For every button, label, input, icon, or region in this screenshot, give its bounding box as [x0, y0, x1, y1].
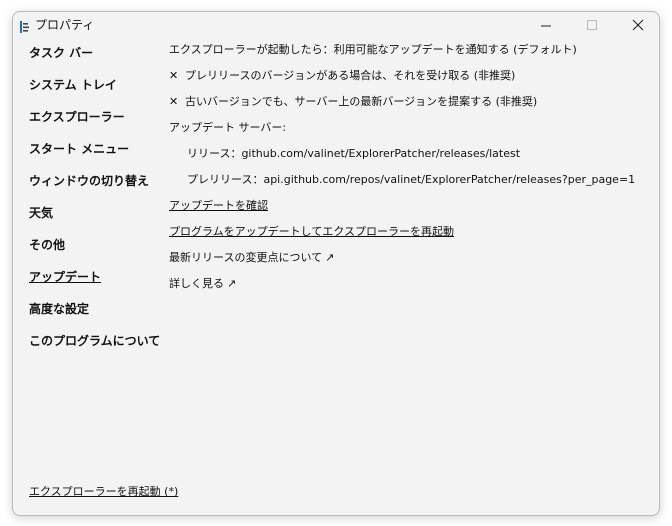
unchecked-x-icon: ✕ [169, 95, 179, 108]
restart-explorer-link[interactable]: エクスプローラーを再起動 (*) [29, 485, 178, 499]
close-button[interactable] [615, 12, 659, 40]
suggest-latest-option-label: 古いバージョンでも、サーバー上の最新バージョンを提案する (非推奨) [185, 95, 538, 108]
learn-more-link-label: 詳しく見る [169, 277, 224, 290]
window-title: プロパティ [35, 18, 95, 32]
title-bar[interactable]: プロパティ [13, 12, 659, 40]
update-server-heading: アップデート サーバー: [169, 121, 287, 134]
close-icon [632, 19, 644, 31]
sidebar-item-window-switcher[interactable]: ウィンドウの切り替え [29, 174, 149, 188]
external-link-icon: ↗ [227, 277, 237, 290]
sidebar-item-taskbar[interactable]: タスク バー [29, 46, 93, 60]
minimize-button[interactable] [523, 12, 569, 40]
check-updates-link[interactable]: アップデートを確認 [169, 199, 268, 213]
changelog-link[interactable]: 最新リリースの変更点について ↗ [169, 251, 334, 265]
sidebar-item-update[interactable]: アップデート [29, 270, 101, 284]
notify-option[interactable]: エクスプローラーが起動したら：利用可能なアップデートを通知する (デフォルト) [169, 43, 577, 57]
sidebar-item-system-tray[interactable]: システム トレイ [29, 78, 117, 92]
properties-window: プロパティ タスク バー システム トレイ エクスプローラー スタート メニュー… [12, 11, 660, 516]
maximize-icon [587, 20, 597, 30]
sidebar-item-weather[interactable]: 天気 [29, 206, 53, 220]
sidebar-item-other[interactable]: その他 [29, 238, 65, 252]
release-server-url[interactable]: リリース：github.com/valinet/ExplorerPatcher/… [187, 147, 520, 161]
sidebar-item-start-menu[interactable]: スタート メニュー [29, 142, 129, 156]
prerelease-server-url[interactable]: プレリリース：api.github.com/repos/valinet/Expl… [187, 173, 635, 187]
sidebar-item-about[interactable]: このプログラムについて [29, 334, 160, 348]
unchecked-x-icon: ✕ [169, 69, 179, 82]
prerelease-option[interactable]: ✕ プレリリースのバージョンがある場合は、それを受け取る (非推奨) [169, 69, 515, 83]
suggest-latest-option[interactable]: ✕ 古いバージョンでも、サーバー上の最新バージョンを提案する (非推奨) [169, 95, 537, 109]
sidebar-item-advanced[interactable]: 高度な設定 [29, 302, 89, 316]
learn-more-link[interactable]: 詳しく見る ↗ [169, 277, 236, 291]
prerelease-option-label: プレリリースのバージョンがある場合は、それを受け取る (非推奨) [185, 69, 516, 82]
sidebar-item-explorer[interactable]: エクスプローラー [29, 110, 125, 124]
changelog-link-label: 最新リリースの変更点について [169, 251, 323, 264]
external-link-icon: ↗ [325, 251, 335, 264]
minimize-icon [541, 25, 551, 27]
update-and-restart-link[interactable]: プログラムをアップデートしてエクスプローラーを再起動 [169, 225, 454, 239]
maximize-button[interactable] [569, 12, 615, 40]
app-icon [19, 19, 31, 33]
